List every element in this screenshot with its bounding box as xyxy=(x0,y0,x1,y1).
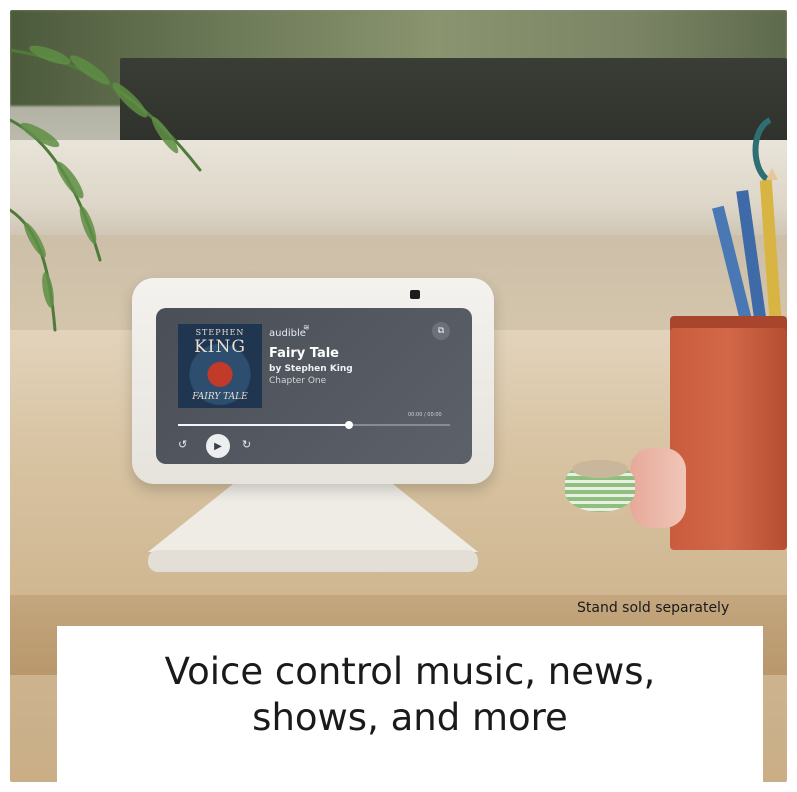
caption-line-1: Voice control music, news, xyxy=(164,650,656,693)
stand-note: Stand sold separately xyxy=(577,600,730,616)
play-icon[interactable]: ▶ xyxy=(206,434,230,458)
camera-icon xyxy=(410,290,420,299)
display-screen: STEPHEN KING FAIRY TALE audible ≋ Fairy … xyxy=(156,308,472,464)
progress-thumb[interactable] xyxy=(345,421,354,429)
book-title: Fairy Tale xyxy=(269,346,339,361)
cover-book-title: FAIRY TALE xyxy=(192,392,248,402)
rewind-icon[interactable]: ↺ xyxy=(178,438,187,451)
book-cover: STEPHEN KING FAIRY TALE xyxy=(178,324,262,408)
green-tape-top xyxy=(572,460,628,478)
cover-author-last: KING xyxy=(194,337,246,357)
progress-fill xyxy=(178,424,350,426)
forward-icon[interactable]: ↻ xyxy=(242,438,251,451)
playback-time: 00:00 / 00:00 xyxy=(408,412,442,418)
book-author: by Stephen King xyxy=(269,364,353,374)
cover-author-first: STEPHEN xyxy=(195,328,245,337)
audible-logo-icon: ≋ xyxy=(303,323,310,332)
pencil-cup xyxy=(670,328,787,550)
pink-tape-roll xyxy=(630,448,686,528)
device-stand xyxy=(148,480,478,572)
smart-display: STEPHEN KING FAIRY TALE audible ≋ Fairy … xyxy=(132,278,494,484)
app-brand: audible xyxy=(269,328,306,339)
chapter-label: Chapter One xyxy=(269,376,327,386)
progress-track[interactable] xyxy=(178,421,450,429)
caption-box: Voice control music, news, shows, and mo… xyxy=(57,626,763,786)
caption-line-2: shows, and more xyxy=(252,696,568,739)
cast-icon[interactable]: ⧉ xyxy=(432,322,450,340)
